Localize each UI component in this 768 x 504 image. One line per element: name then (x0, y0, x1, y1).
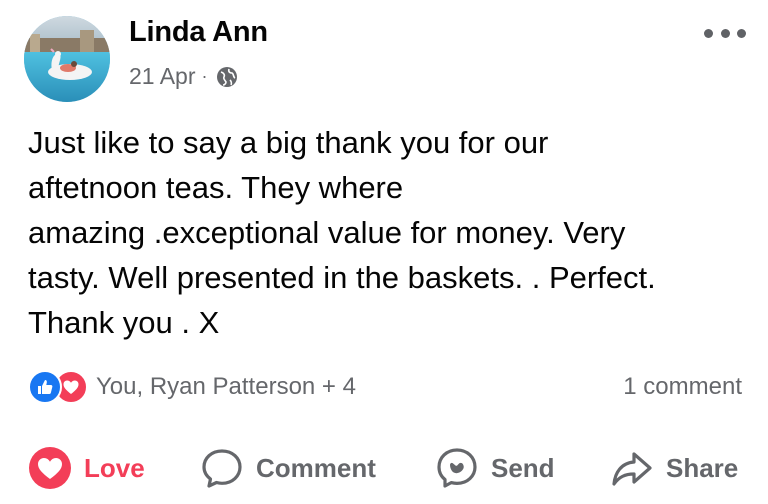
send-button[interactable]: Send (435, 440, 555, 496)
more-dot (737, 28, 746, 38)
comment-button[interactable]: Comment (200, 440, 376, 496)
reactions-summary[interactable]: You, Ryan Patterson + 4 (28, 370, 356, 404)
globe-icon (216, 66, 237, 87)
post-date[interactable]: 21 Apr (129, 63, 196, 90)
reactors-text[interactable]: You, Ryan Patterson + 4 (96, 373, 356, 401)
share-icon (612, 452, 652, 486)
messenger-icon (437, 448, 477, 488)
post-text: Just like to say a big thank you for our… (28, 125, 656, 340)
love-reaction-icon (29, 447, 71, 489)
comments-count[interactable]: 1 comment (623, 373, 742, 401)
avatar[interactable] (24, 16, 110, 102)
author-name[interactable]: Linda Ann (129, 16, 268, 49)
comment-label: Comment (256, 452, 376, 483)
post-meta: 21 Apr · (129, 63, 238, 90)
avatar-image (24, 16, 110, 102)
love-button[interactable]: Love (28, 440, 145, 496)
more-dot (720, 28, 730, 38)
more-dot (704, 28, 713, 38)
like-icon (28, 370, 62, 404)
share-label: Share (666, 452, 739, 483)
send-label: Send (491, 452, 555, 483)
more-options-icon[interactable] (704, 26, 746, 40)
post-card: Linda Ann 21 Apr · Just like to say a bi… (0, 0, 768, 504)
love-label: Love (84, 452, 145, 483)
meta-separator: · (201, 66, 208, 86)
share-button[interactable]: Share (610, 440, 738, 496)
action-bar: Love Comment Send Share (0, 440, 768, 496)
comment-icon (202, 449, 242, 488)
